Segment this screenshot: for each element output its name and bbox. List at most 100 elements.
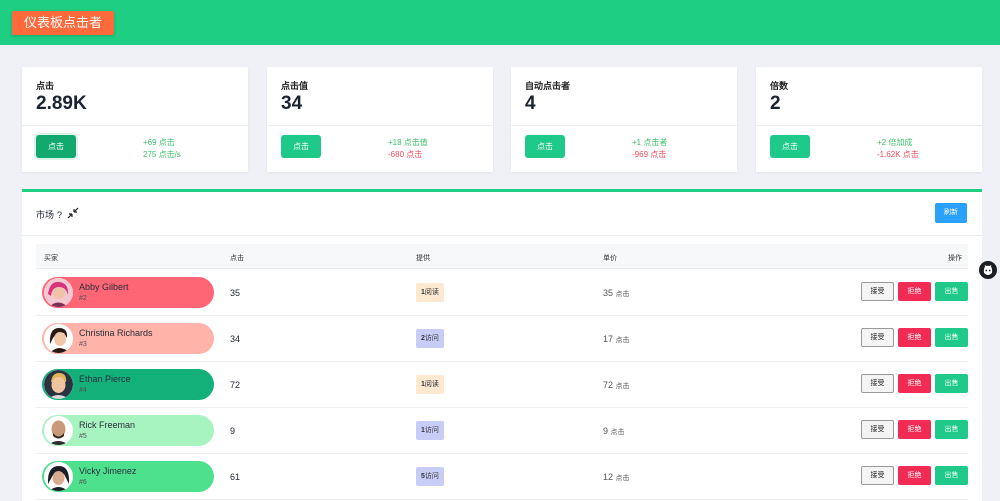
table-row: Ethan Pierce #4 72 1阅读 72 点击 接受 拒绝 出售 <box>36 362 968 408</box>
top-bar: 仪表板点击者 <box>0 0 1000 45</box>
buy-multiplier-button[interactable]: 点击 <box>770 135 810 158</box>
market-title: 市场? <box>36 208 62 221</box>
click-button[interactable]: 点击 <box>36 135 76 158</box>
accept-button[interactable]: 接受 <box>861 282 894 301</box>
buyer-id: #3 <box>79 341 87 348</box>
sell-button[interactable]: 出售 <box>935 374 968 393</box>
offer-type: 阅读 <box>424 289 439 296</box>
offer-type: 阅读 <box>424 381 439 388</box>
stat-label: 点击 <box>36 81 55 91</box>
upgrade-click-value-button[interactable]: 点击 <box>281 135 321 158</box>
buyer-clicks: 72 <box>230 380 241 390</box>
accept-button[interactable]: 接受 <box>861 328 894 347</box>
reject-button[interactable]: 拒绝 <box>898 374 931 393</box>
avatar <box>44 278 73 307</box>
buyer-clicks: 34 <box>230 334 241 344</box>
table-row: Christina Richards #3 34 2访问 17 点击 接受 拒绝… <box>36 316 968 362</box>
unit-price: 17 点击 <box>603 334 630 345</box>
reject-button[interactable]: 拒绝 <box>898 466 931 485</box>
stat-card-auto-clickers: 自动点击者 4 点击 +1 点击者 -969 点击 <box>511 67 737 172</box>
sell-button[interactable]: 出售 <box>935 420 968 439</box>
buyer-id: #6 <box>79 479 87 486</box>
stat-gain: +18 点击值 <box>388 138 428 147</box>
table-row: Abby Gilbert #2 35 1阅读 35 点击 接受 拒绝 出售 <box>36 270 968 316</box>
divider <box>22 125 248 126</box>
price-value: 17 <box>603 334 614 344</box>
stat-rate: 275 点击/s <box>143 150 181 159</box>
offer-type: 访问 <box>424 335 439 342</box>
market-panel: 市场? 刷新 买家 点击 提供 单价 操作 Abby Gilbert #2 35… <box>22 189 982 501</box>
accept-button[interactable]: 接受 <box>861 466 894 485</box>
stat-value: 4 <box>525 93 536 114</box>
stat-gain: +2 倍加成 <box>877 138 913 147</box>
offer-badge: 5访问 <box>416 467 444 486</box>
github-icon[interactable] <box>979 261 997 279</box>
table-header: 买家 点击 提供 单价 操作 <box>36 244 968 269</box>
unit-price: 35 点击 <box>603 288 630 299</box>
price-unit: 点击 <box>610 429 625 436</box>
stat-label: 点击值 <box>281 81 309 91</box>
buyer-name: Abby Gilbert <box>79 282 129 292</box>
avatar <box>44 370 73 399</box>
help-icon[interactable]: ? <box>57 210 62 220</box>
stat-value: 34 <box>281 93 303 114</box>
stat-gain: +69 点击 <box>143 138 175 147</box>
stat-label: 自动点击者 <box>525 81 571 91</box>
offer-badge: 1访问 <box>416 421 444 440</box>
reject-button[interactable]: 拒绝 <box>898 328 931 347</box>
accept-button[interactable]: 接受 <box>861 374 894 393</box>
buyer-id: #2 <box>79 295 87 302</box>
buyer-clicks: 61 <box>230 472 241 482</box>
buyer-pill: Abby Gilbert #2 <box>42 277 214 308</box>
price-unit: 点击 <box>615 383 630 390</box>
accept-button[interactable]: 接受 <box>861 420 894 439</box>
stat-cost: -969 点击 <box>632 150 667 159</box>
stat-cost: -680 点击 <box>388 150 423 159</box>
divider <box>756 125 982 126</box>
column-header-buyer: 买家 <box>44 255 58 262</box>
price-unit: 点击 <box>615 337 630 344</box>
sell-button[interactable]: 出售 <box>935 282 968 301</box>
offer-badge: 1阅读 <box>416 283 444 302</box>
buy-auto-clicker-button[interactable]: 点击 <box>525 135 565 158</box>
price-value: 72 <box>603 380 614 390</box>
price-unit: 点击 <box>615 291 630 298</box>
column-header-clicks: 点击 <box>230 255 244 262</box>
column-header-unit-price: 单价 <box>603 255 617 262</box>
buyer-name: Christina Richards <box>79 328 153 338</box>
stat-card-click-value: 点击值 34 点击 +18 点击值 -680 点击 <box>267 67 493 172</box>
shrink-icon[interactable] <box>67 207 79 219</box>
reject-button[interactable]: 拒绝 <box>898 282 931 301</box>
stat-cost: -1.62K 点击 <box>877 150 919 159</box>
table-row: Rick Freeman #5 9 1访问 9 点击 接受 拒绝 出售 <box>36 408 968 454</box>
buyer-clicks: 9 <box>230 426 236 436</box>
column-header-offer: 提供 <box>416 255 430 262</box>
market-title-text: 市场 <box>36 210 55 220</box>
column-header-actions: 操作 <box>948 255 962 262</box>
reject-button[interactable]: 拒绝 <box>898 420 931 439</box>
buyer-id: #5 <box>79 433 87 440</box>
buyer-pill: Rick Freeman #5 <box>42 415 214 446</box>
stat-card-clicks: 点击 2.89K 点击 +69 点击 275 点击/s <box>22 67 248 172</box>
table-row: Vicky Jimenez #6 61 5访问 12 点击 接受 拒绝 出售 <box>36 454 968 500</box>
avatar <box>44 416 73 445</box>
sell-button[interactable]: 出售 <box>935 466 968 485</box>
sell-button[interactable]: 出售 <box>935 328 968 347</box>
refresh-button[interactable]: 刷新 <box>935 203 967 223</box>
buyer-pill: Christina Richards #3 <box>42 323 214 354</box>
stat-gain: +1 点击者 <box>632 138 668 147</box>
buyer-id: #4 <box>79 387 87 394</box>
offer-badge: 1阅读 <box>416 375 444 394</box>
app-title-button[interactable]: 仪表板点击者 <box>12 11 115 35</box>
divider <box>511 125 737 126</box>
unit-price: 9 点击 <box>603 426 625 437</box>
offer-type: 访问 <box>424 473 439 480</box>
buyer-name: Rick Freeman <box>79 420 136 430</box>
divider <box>22 235 982 236</box>
buyer-name: Ethan Pierce <box>79 374 131 384</box>
stat-value: 2 <box>770 93 781 114</box>
price-value: 9 <box>603 426 609 436</box>
offer-badge: 2访问 <box>416 329 444 348</box>
offer-type: 访问 <box>424 427 439 434</box>
stat-card-multiplier: 倍数 2 点击 +2 倍加成 -1.62K 点击 <box>756 67 982 172</box>
